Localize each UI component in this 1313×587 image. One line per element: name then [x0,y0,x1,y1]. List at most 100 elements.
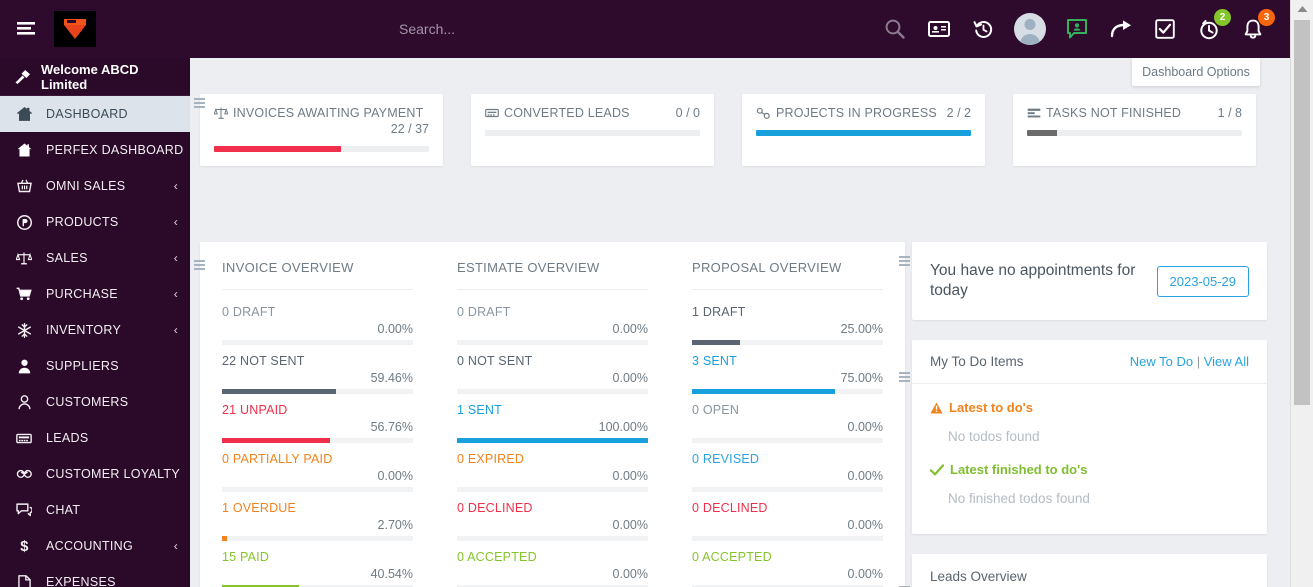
overview-row[interactable]: 1 SENT 100.00% [457,394,648,443]
welcome-text: Welcome ABCD Limited [41,61,139,92]
timer-badge: 2 [1214,9,1231,26]
scrollbar-thumb[interactable] [1294,20,1310,405]
overview-row-label: 0 DECLINED [692,501,883,515]
overview-row-percent: 2.70% [377,518,413,532]
sidebar-item-perfex-dashboard[interactable]: PERFEX DASHBOARD‹ [0,132,190,168]
overview-row[interactable]: 0 ACCEPTED 0.00% [457,541,648,587]
warning-triangle-icon [930,402,943,413]
chat-icon[interactable] [1064,16,1090,42]
stat-card-tasks-not-finished[interactable]: TASKS NOT FINISHED 1 / 8 [1013,94,1256,166]
overview-row-status: OPEN [702,403,740,417]
overview-row[interactable]: 22 NOT SENT 59.46% [222,345,413,394]
overview-row-count: 3 [692,354,700,368]
overview-row[interactable]: 0 NOT SENT 0.00% [457,345,648,394]
chevron-left-icon[interactable]: ‹ [174,539,178,553]
sidebar-item-omni-sales[interactable]: OMNI SALES ‹ [0,168,190,204]
overview-row[interactable]: 0 OPEN 0.00% [692,394,883,443]
overview-row[interactable]: 3 SENT 75.00% [692,345,883,394]
sidebar-item-leads[interactable]: LEADS [0,420,190,456]
search-input[interactable] [339,21,639,37]
leads-icon [14,432,34,445]
search-icon[interactable] [882,16,908,42]
drag-handle-todo[interactable] [898,372,910,384]
stat-progress-bar [1027,130,1242,136]
share-forward-icon[interactable] [1108,16,1134,42]
chevron-left-icon[interactable]: ‹ [174,215,178,229]
overview-row-percent: 0.00% [847,420,883,434]
overview-row[interactable]: 0 PARTIALLY PAID 0.00% [222,443,413,492]
overview-row-label: 0 OPEN [692,403,883,417]
overview-row[interactable]: 0 ACCEPTED 0.00% [692,541,883,587]
overview-row[interactable]: 0 DECLINED 0.00% [692,492,883,541]
chevron-left-icon[interactable]: ‹ [174,179,178,193]
overview-row[interactable]: 1 DRAFT 25.00% [692,296,883,345]
contact-card-icon[interactable] [926,16,952,42]
overview-row[interactable]: 0 EXPIRED 0.00% [457,443,648,492]
overview-row-percent: 0.00% [612,567,648,581]
todo-title: My To Do Items [930,354,1024,369]
stat-title-text: INVOICES AWAITING PAYMENT [233,106,424,120]
sidebar-item-label: CHAT [46,503,81,517]
sidebar-item-sales[interactable]: SALES ‹ [0,240,190,276]
sidebar-item-inventory[interactable]: INVENTORY ‹ [0,312,190,348]
overview-row[interactable]: 21 UNPAID 56.76% [222,394,413,443]
sidebar-item-purchase[interactable]: PURCHASE ‹ [0,276,190,312]
chat-bubbles-icon [14,503,34,517]
sidebar-item-customers[interactable]: CUSTOMERS [0,384,190,420]
overview-row[interactable]: 15 PAID 40.54% [222,541,413,587]
chevron-left-icon[interactable]: ‹ [174,287,178,301]
notification-bell-icon[interactable]: 3 [1240,9,1275,42]
overview-row-count: 1 [692,305,700,319]
sidebar-item-accounting[interactable]: $ ACCOUNTING ‹ [0,528,190,564]
latest-todos-empty: No todos found [948,429,1040,444]
overview-row-status: OVERDUE [232,501,297,515]
sidebar-item-products[interactable]: PRODUCTS ‹ [0,204,190,240]
finished-todos-heading: Latest finished to do's [930,462,1249,477]
overview-row[interactable]: 0 DECLINED 0.00% [457,492,648,541]
sidebar-item-label: PRODUCTS [46,215,119,229]
stat-card-invoices-awaiting-payment[interactable]: INVOICES AWAITING PAYMENT 22 / 37 [200,94,443,166]
overview-row[interactable]: 0 DRAFT 0.00% [222,296,413,345]
history-icon[interactable] [970,16,996,42]
chevron-left-icon[interactable]: ‹ [174,251,178,265]
overview-row-status: NOT SENT [240,354,305,368]
drag-handle-stats[interactable] [193,98,205,110]
scroll-up-arrow-icon[interactable] [1291,0,1313,18]
stat-progress-bar [214,146,429,152]
hamburger-menu-icon[interactable] [8,21,46,37]
dashboard-options-tooltip: Dashboard Options [1132,58,1260,86]
new-todo-link[interactable]: New To Do [1130,354,1193,369]
sidebar-item-suppliers[interactable]: SUPPLIERS [0,348,190,384]
sidebar-item-chat[interactable]: CHAT [0,492,190,528]
user-avatar[interactable] [1014,13,1046,45]
sidebar-item-customer-loyalty[interactable]: CUSTOMER LOYALTY‹ [0,456,190,492]
overview-row[interactable]: 0 REVISED 0.00% [692,443,883,492]
overview-row-count: 0 [692,452,700,466]
overview-row-label: 21 UNPAID [222,403,413,417]
timer-clock-icon[interactable]: 2 [1196,9,1231,42]
stat-card-projects-in-progress[interactable]: PROJECTS IN PROGRESS 2 / 2 [742,94,985,166]
drag-handle-overview[interactable] [193,260,205,272]
overview-row[interactable]: 0 DRAFT 0.00% [457,296,648,345]
company-logo[interactable] [54,11,96,47]
sidebar-item-dashboard[interactable]: DASHBOARD [0,96,190,132]
sidebar-item-expenses[interactable]: EXPENSES [0,564,190,587]
sidebar-navigation: Welcome ABCD Limited DASHBOARD PERFEX DAS… [0,58,190,587]
overview-row-count: 1 [457,403,465,417]
right-column: You have no appointments for today 2023-… [898,242,1267,587]
stat-title-text: CONVERTED LEADS [504,106,630,120]
logo-mark-icon [62,19,88,39]
appointment-date-button[interactable]: 2023-05-29 [1156,265,1249,297]
task-checkbox-icon[interactable] [1152,16,1178,42]
svg-text:$: $ [20,539,28,554]
sidebar-menu-list: DASHBOARDPERFEX DASHBOARD‹OMNI SALES‹PRO… [0,96,190,587]
chevron-left-icon[interactable]: ‹ [174,323,178,337]
page-scrollbar[interactable] [1290,0,1313,587]
overview-row[interactable]: 1 OVERDUE 2.70% [222,492,413,541]
finished-todos-text: Latest finished to do's [950,462,1088,477]
drag-handle-appointments[interactable] [898,256,910,268]
view-all-todos-link[interactable]: View All [1204,354,1249,369]
stat-card-converted-leads[interactable]: CONVERTED LEADS 0 / 0 [471,94,714,166]
sidebar-item-label: SUPPLIERS [46,359,119,373]
overview-row-count: 0 [457,305,465,319]
